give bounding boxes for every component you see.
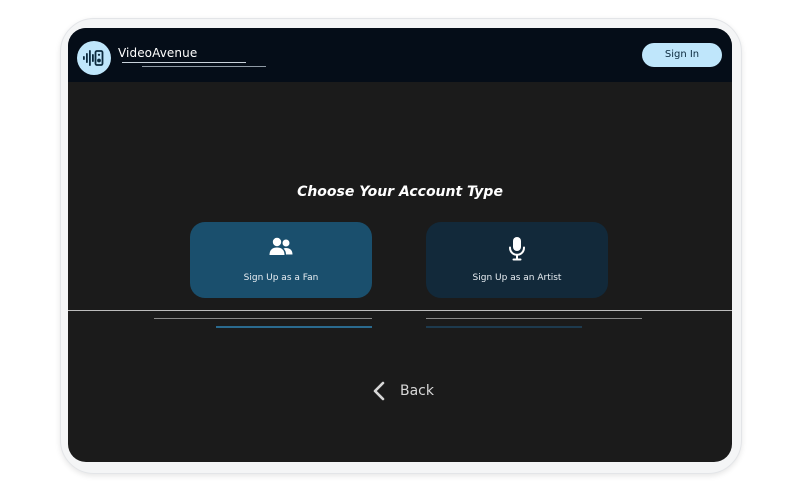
brand-underline-secondary (142, 66, 266, 67)
sign-in-button[interactable]: Sign In (642, 43, 722, 67)
fan-underline (154, 318, 372, 319)
logo[interactable] (77, 41, 111, 75)
brand-underline (122, 62, 246, 63)
sign-up-artist-label: Sign Up as an Artist (472, 273, 562, 283)
back-link[interactable]: Back (372, 378, 452, 404)
users-icon (269, 237, 293, 255)
page-title: Choose Your Account Type (297, 184, 503, 200)
artist-accent-line (426, 326, 582, 328)
sign-up-artist-card[interactable]: Sign Up as an Artist (426, 222, 608, 298)
app-screen: VideoAvenue Sign In Choose Your Account … (68, 28, 732, 462)
back-label: Back (400, 383, 434, 399)
top-header: VideoAvenue Sign In (68, 28, 732, 82)
fan-accent-line (216, 326, 372, 328)
sign-up-fan-label: Sign Up as a Fan (243, 273, 319, 283)
brand-name: VideoAvenue (118, 46, 198, 60)
sound-wave-icon (83, 50, 104, 66)
sign-up-fan-card[interactable]: Sign Up as a Fan (190, 222, 372, 298)
horizontal-divider (68, 310, 732, 311)
microphone-icon (509, 237, 525, 261)
chevron-left-icon (373, 381, 385, 401)
artist-underline (426, 318, 642, 319)
